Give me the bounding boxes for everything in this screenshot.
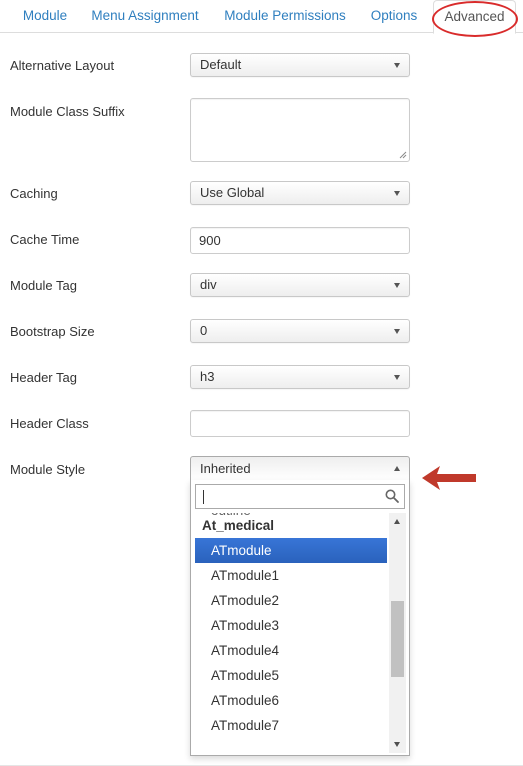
header-class-input[interactable] [190,410,410,437]
header-tag-label: Header Tag [10,370,77,385]
dropdown-option[interactable]: ATmodule6 [195,688,387,713]
caching-label: Caching [10,186,58,201]
dropdown-search-input[interactable] [195,484,405,509]
bootstrap-size-value: 0 [200,323,208,338]
module-tag-label: Module Tag [10,278,77,293]
dropdown-options-list: outline At_medical ATmodule ATmodule1 AT… [195,513,387,753]
module-style-label: Module Style [10,462,86,477]
dropdown-option[interactable]: ATmodule1 [195,563,387,588]
alternative-layout-select[interactable]: Default [190,53,410,77]
arrow-left-annotation [422,466,476,490]
module-style-dropdown: outline At_medical ATmodule ATmodule1 AT… [190,480,410,756]
cache-time-label: Cache Time [10,232,80,247]
scroll-up-icon[interactable] [394,519,400,524]
dropdown-option[interactable]: ATmodule2 [195,588,387,613]
tab-bar: Module Menu Assignment Module Permission… [0,0,523,34]
scroll-down-icon[interactable] [394,742,400,747]
module-style-value: Inherited [200,461,251,476]
tab-menu-assignment[interactable]: Menu Assignment [84,0,206,33]
caching-select[interactable]: Use Global [190,181,410,205]
module-tag-select[interactable]: div [190,273,410,297]
cache-time-input[interactable]: 900 [190,227,410,254]
scrollbar-thumb[interactable] [391,601,404,677]
module-class-suffix-label: Module Class Suffix [10,104,125,119]
bootstrap-size-select[interactable]: 0 [190,319,410,343]
alternative-layout-label: Alternative Layout [10,58,115,73]
search-icon [385,489,399,503]
caret-down-icon [394,191,400,196]
module-class-suffix-textarea[interactable] [190,98,410,162]
module-style-select[interactable]: Inherited [190,456,410,481]
dropdown-option[interactable]: ATmodule7 [195,713,387,738]
caret-down-icon [394,375,400,380]
caret-down-icon [394,283,400,288]
caching-value: Use Global [200,185,265,200]
tab-advanced[interactable]: Advanced [433,0,516,34]
dropdown-option-selected[interactable]: ATmodule [195,538,387,563]
dropdown-scrollbar[interactable] [389,513,406,753]
dropdown-option[interactable]: ATmodule5 [195,663,387,688]
caret-down-icon [394,63,400,68]
header-tag-value: h3 [200,369,215,384]
dropdown-option[interactable]: ATmodule4 [195,638,387,663]
dropdown-option[interactable]: ATmodule3 [195,613,387,638]
dropdown-group-at-medical: At_medical [202,518,275,533]
text-cursor [203,490,204,504]
caret-up-icon [394,466,400,471]
tab-module[interactable]: Module [14,0,76,33]
alternative-layout-value: Default [200,57,242,72]
bootstrap-size-label: Bootstrap Size [10,324,95,339]
caret-down-icon [394,329,400,334]
resize-grip-icon[interactable] [399,151,407,159]
header-tag-select[interactable]: h3 [190,365,410,389]
header-class-label: Header Class [10,416,89,431]
tab-options[interactable]: Options [363,0,425,33]
tab-module-permissions[interactable]: Module Permissions [216,0,354,33]
module-tag-value: div [200,277,217,292]
